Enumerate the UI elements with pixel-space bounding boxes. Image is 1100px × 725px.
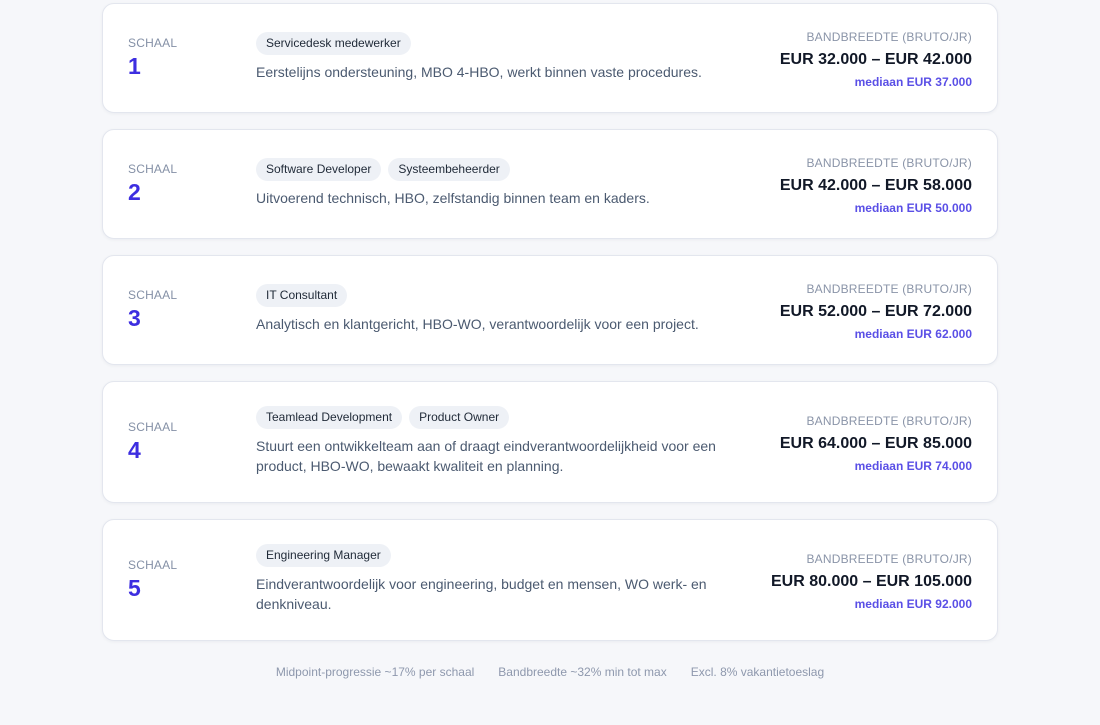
scale-indicator: SCHAAL 4 <box>128 420 177 463</box>
scale-label: SCHAAL <box>128 288 178 302</box>
scale-label: SCHAAL <box>128 420 178 434</box>
role-tag: Engineering Manager <box>256 544 391 567</box>
role-tag: Software Developer <box>256 158 382 181</box>
band-median: mediaan EUR 50.000 <box>854 201 972 215</box>
scale-number: 2 <box>128 179 141 205</box>
role-description: Uitvoerend technisch, HBO, zelfstandig b… <box>256 190 650 206</box>
scale-card-1: SCHAAL 1 Servicedesk medewerker Eersteli… <box>102 3 998 113</box>
scale-label: SCHAAL <box>128 162 178 176</box>
scale-card-3: SCHAAL 3 IT Consultant Analytisch en kla… <box>102 255 998 365</box>
role-tags: Engineering Manager <box>256 544 736 567</box>
role-tag: IT Consultant <box>256 284 348 307</box>
salary-band: BANDBREEDTE (BRUTO/JR) EUR 80.000 – EUR … <box>771 552 972 611</box>
footer-note-midpoint: Midpoint-progressie ~17% per schaal <box>275 665 475 679</box>
band-median: mediaan EUR 37.000 <box>854 75 972 89</box>
footer-notes: Midpoint-progressie ~17% per schaal Band… <box>0 665 1100 679</box>
role-tags: IT Consultant <box>256 284 736 307</box>
role-description: Eerstelijns ondersteuning, MBO 4-HBO, we… <box>256 64 702 80</box>
role-tag: Servicedesk medewerker <box>256 32 411 55</box>
role-description: Analytisch en klantgericht, HBO-WO, vera… <box>256 316 699 332</box>
role-tag: Systeembeheerder <box>388 158 510 181</box>
role-tags: Software Developer Systeembeheerder <box>256 158 736 181</box>
scale-indicator: SCHAAL 2 <box>128 162 177 205</box>
role-description: Stuurt een ontwikkelteam aan of draagt e… <box>256 438 716 474</box>
band-label: BANDBREEDTE (BRUTO/JR) <box>806 282 972 296</box>
role-tags: Teamlead Development Product Owner <box>256 406 736 429</box>
role-tags: Servicedesk medewerker <box>256 32 736 55</box>
role-info: Software Developer Systeembeheerder Uitv… <box>256 158 736 208</box>
salary-band: BANDBREEDTE (BRUTO/JR) EUR 52.000 – EUR … <box>780 282 972 341</box>
band-range: EUR 80.000 – EUR 105.000 <box>770 573 972 590</box>
band-label: BANDBREEDTE (BRUTO/JR) <box>806 414 972 428</box>
role-info: Servicedesk medewerker Eerstelijns onder… <box>256 32 736 82</box>
scale-indicator: SCHAAL 1 <box>128 36 177 79</box>
band-range: EUR 32.000 – EUR 42.000 <box>779 51 972 68</box>
scale-indicator: SCHAAL 3 <box>128 288 177 331</box>
salary-band: BANDBREEDTE (BRUTO/JR) EUR 42.000 – EUR … <box>780 156 972 215</box>
role-info: Engineering Manager Eindverantwoordelijk… <box>256 544 736 614</box>
band-label: BANDBREEDTE (BRUTO/JR) <box>806 552 972 566</box>
band-median: mediaan EUR 92.000 <box>854 597 972 611</box>
scale-number: 4 <box>128 437 141 463</box>
band-label: BANDBREEDTE (BRUTO/JR) <box>806 156 972 170</box>
scale-number: 3 <box>128 305 141 331</box>
role-tag: Product Owner <box>409 406 510 429</box>
band-median: mediaan EUR 62.000 <box>854 327 972 341</box>
scale-card-5: SCHAAL 5 Engineering Manager Eindverantw… <box>102 519 998 641</box>
band-range: EUR 52.000 – EUR 72.000 <box>779 303 972 320</box>
role-info: Teamlead Development Product Owner Stuur… <box>256 406 736 476</box>
scale-indicator: SCHAAL 5 <box>128 558 177 601</box>
band-range: EUR 64.000 – EUR 85.000 <box>779 435 972 452</box>
scale-label: SCHAAL <box>128 558 178 572</box>
role-info: IT Consultant Analytisch en klantgericht… <box>256 284 736 334</box>
role-tag: Teamlead Development <box>256 406 403 429</box>
scale-card-2: SCHAAL 2 Software Developer Systeembehee… <box>102 129 998 239</box>
band-range: EUR 42.000 – EUR 58.000 <box>779 177 972 194</box>
band-label: BANDBREEDTE (BRUTO/JR) <box>806 30 972 44</box>
scale-card-4: SCHAAL 4 Teamlead Development Product Ow… <box>102 381 998 503</box>
salary-band: BANDBREEDTE (BRUTO/JR) EUR 32.000 – EUR … <box>780 30 972 89</box>
scale-number: 5 <box>128 575 141 601</box>
footer-note-bandwidth: Bandbreedte ~32% min tot max <box>498 665 667 679</box>
salary-band: BANDBREEDTE (BRUTO/JR) EUR 64.000 – EUR … <box>780 414 972 473</box>
band-median: mediaan EUR 74.000 <box>854 459 972 473</box>
scale-label: SCHAAL <box>128 36 178 50</box>
footer-note-holiday-pay: Excl. 8% vakantietoeslag <box>690 665 825 679</box>
scale-number: 1 <box>128 53 141 79</box>
role-description: Eindverantwoordelijk voor engineering, b… <box>256 576 707 612</box>
